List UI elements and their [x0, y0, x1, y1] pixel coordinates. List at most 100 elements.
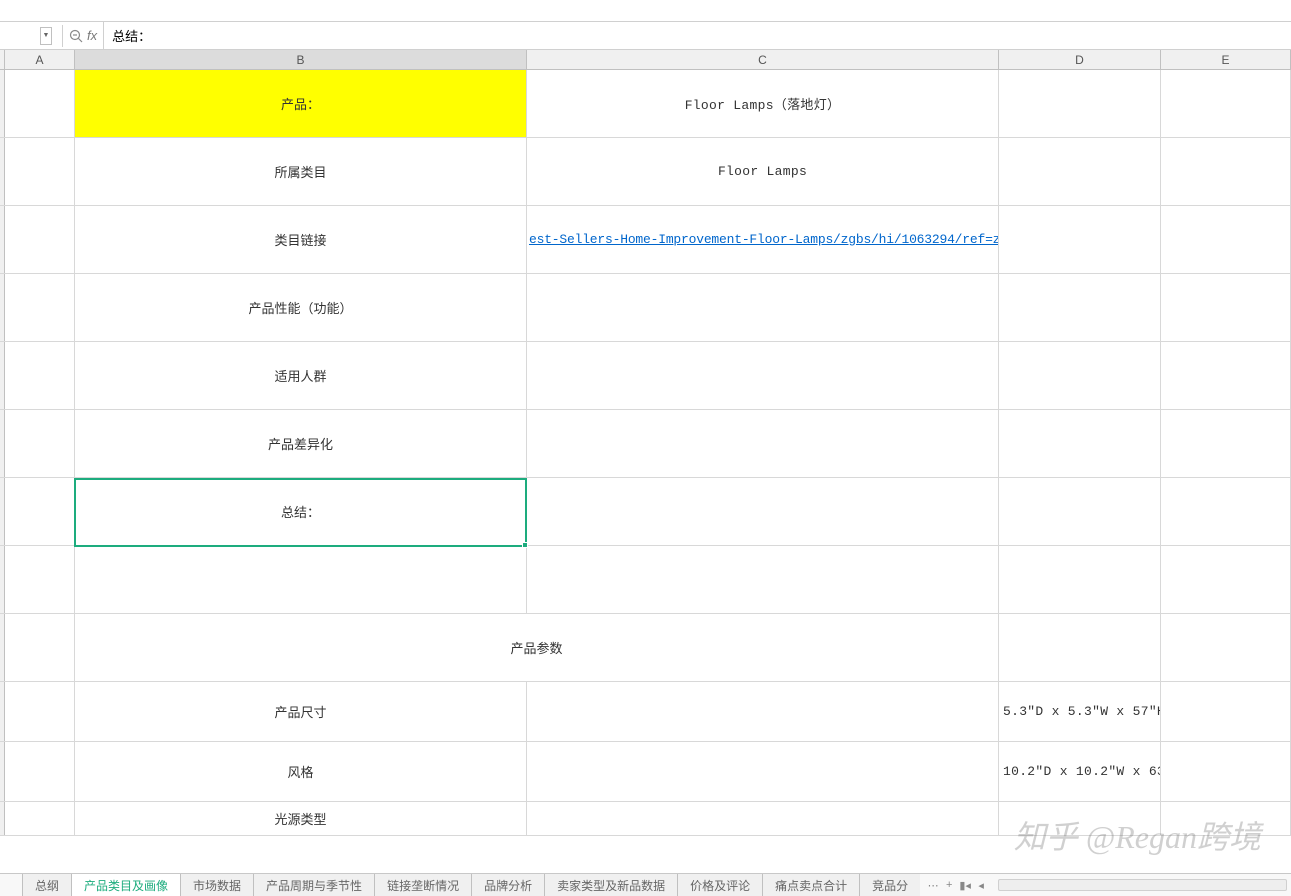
cell-D[interactable] — [999, 614, 1161, 681]
cell-B[interactable]: 适用人群 — [75, 342, 527, 409]
cell-E[interactable] — [1161, 274, 1291, 341]
cell-D[interactable] — [999, 342, 1161, 409]
tab-more-icon[interactable]: ⋯ — [926, 879, 940, 892]
cell-A[interactable] — [5, 802, 75, 835]
sheet-tabs: 总纲产品类目及画像市场数据产品周期与季节性链接垄断情况品牌分析卖家类型及新品数据… — [0, 874, 920, 896]
grid-row: 风格 10.2″D x 10.2″W x 63″H — [0, 742, 1291, 802]
cell-A[interactable] — [5, 206, 75, 273]
cell-B[interactable]: 总结： — [75, 478, 527, 545]
horizontal-scrollbar[interactable] — [994, 874, 1291, 896]
cell-A[interactable] — [5, 70, 75, 137]
cell-C[interactable]: Floor Lamps — [527, 138, 999, 205]
grid-area: 产品：Floor Lamps（落地灯）所属类目Floor Lamps类目链接es… — [0, 70, 1291, 855]
col-header-E[interactable]: E — [1161, 50, 1291, 69]
zoom-to-fit-icon[interactable] — [67, 27, 85, 45]
cell-E[interactable] — [1161, 70, 1291, 137]
sheet-tab[interactable]: 痛点卖点合计 — [762, 874, 860, 896]
cell-D[interactable]: 10.2″D x 10.2″W x 63″H — [999, 742, 1161, 801]
cell-D[interactable] — [999, 70, 1161, 137]
cell-E[interactable] — [1161, 206, 1291, 273]
grid-row: 产品性能（功能） — [0, 274, 1291, 342]
sheet-tab[interactable]: 品牌分析 — [471, 874, 545, 896]
formula-bar: ▼ fx — [0, 22, 1291, 50]
sheet-tab[interactable]: 价格及评论 — [677, 874, 763, 896]
cell-E[interactable] — [1161, 546, 1291, 613]
cell-E[interactable] — [1161, 742, 1291, 801]
cell-C[interactable] — [527, 742, 999, 801]
sheet-tab[interactable]: 产品周期与季节性 — [253, 874, 375, 896]
formula-input[interactable] — [103, 22, 1291, 49]
sheet-tab[interactable]: 竞品分 — [859, 874, 920, 896]
cell-D[interactable] — [999, 478, 1161, 545]
cell-C[interactable] — [527, 682, 999, 741]
scrollbar-track[interactable] — [998, 879, 1287, 891]
fx-icon[interactable]: fx — [87, 28, 97, 43]
col-header-A[interactable]: A — [5, 50, 75, 69]
cell-E[interactable] — [1161, 410, 1291, 477]
sheet-tab[interactable]: 市场数据 — [180, 874, 254, 896]
cell-C[interactable] — [527, 546, 999, 613]
cell-A[interactable] — [5, 342, 75, 409]
top-ruler — [0, 0, 1291, 22]
cell-D[interactable] — [999, 410, 1161, 477]
tab-scroll-prev-icon[interactable]: ◂ — [974, 879, 988, 892]
grid-row: 总结： — [0, 478, 1291, 546]
cell-A[interactable] — [5, 546, 75, 613]
cell-C[interactable] — [527, 410, 999, 477]
cell-B[interactable]: 产品差异化 — [75, 410, 527, 477]
cell-B[interactable]: 风格 — [75, 742, 527, 801]
cell-D[interactable]: 5.3″D x 5.3″W x 57″H — [999, 682, 1161, 741]
cell-E[interactable] — [1161, 802, 1291, 835]
cell-A[interactable] — [5, 410, 75, 477]
sheet-tab[interactable]: 链接垄断情况 — [374, 874, 472, 896]
cell-B[interactable]: 所属类目 — [75, 138, 527, 205]
cell-B[interactable] — [75, 546, 527, 613]
grid-row: 类目链接est-Sellers-Home-Improvement-Floor-L… — [0, 206, 1291, 274]
cell-A[interactable] — [5, 614, 75, 681]
cell-E[interactable] — [1161, 614, 1291, 681]
grid-row: 光源类型 — [0, 802, 1291, 836]
cell-A[interactable] — [5, 478, 75, 545]
sheet-tab[interactable]: 总纲 — [22, 874, 72, 896]
col-header-D[interactable]: D — [999, 50, 1161, 69]
add-sheet-icon[interactable]: + — [942, 879, 956, 891]
cell-D[interactable] — [999, 546, 1161, 613]
cell-B[interactable]: 类目链接 — [75, 206, 527, 273]
cell-A[interactable] — [5, 742, 75, 801]
name-box[interactable]: ▼ — [2, 25, 54, 47]
cell-A[interactable] — [5, 682, 75, 741]
grid-row: 所属类目Floor Lamps — [0, 138, 1291, 206]
cell-E[interactable] — [1161, 342, 1291, 409]
cell-C[interactable] — [527, 478, 999, 545]
cell-D[interactable] — [999, 802, 1161, 835]
grid-row: 适用人群 — [0, 342, 1291, 410]
separator — [62, 25, 63, 47]
cell-D[interactable] — [999, 206, 1161, 273]
col-header-B[interactable]: B — [75, 50, 527, 69]
sheet-tab-bar: 总纲产品类目及画像市场数据产品周期与季节性链接垄断情况品牌分析卖家类型及新品数据… — [0, 873, 1291, 896]
cell-C[interactable]: Floor Lamps（落地灯） — [527, 70, 999, 137]
cell-E[interactable] — [1161, 138, 1291, 205]
cell-C[interactable]: est-Sellers-Home-Improvement-Floor-Lamps… — [527, 206, 999, 273]
cell-C[interactable] — [527, 274, 999, 341]
cell-D[interactable] — [999, 274, 1161, 341]
cell-B[interactable]: 产品： — [75, 70, 527, 137]
cell-B[interactable]: 产品尺寸 — [75, 682, 527, 741]
cell-B[interactable]: 光源类型 — [75, 802, 527, 835]
cell-E[interactable] — [1161, 682, 1291, 741]
tab-scroll-first-icon[interactable]: ▮◂ — [958, 879, 972, 892]
cell-A[interactable] — [5, 274, 75, 341]
cell-B[interactable]: 产品性能（功能） — [75, 274, 527, 341]
grid-row: 产品尺寸 5.3″D x 5.3″W x 57″H — [0, 682, 1291, 742]
cell-C[interactable] — [527, 342, 999, 409]
sheet-tab[interactable]: 产品类目及画像 — [71, 874, 181, 896]
merged-section-row: 产品参数 — [0, 614, 1291, 682]
col-header-C[interactable]: C — [527, 50, 999, 69]
merged-cell-product-params[interactable]: 产品参数 — [75, 614, 999, 681]
cell-C[interactable] — [527, 802, 999, 835]
cell-E[interactable] — [1161, 478, 1291, 545]
name-box-dropdown-icon[interactable]: ▼ — [40, 27, 52, 45]
cell-D[interactable] — [999, 138, 1161, 205]
cell-A[interactable] — [5, 138, 75, 205]
sheet-tab[interactable]: 卖家类型及新品数据 — [544, 874, 678, 896]
